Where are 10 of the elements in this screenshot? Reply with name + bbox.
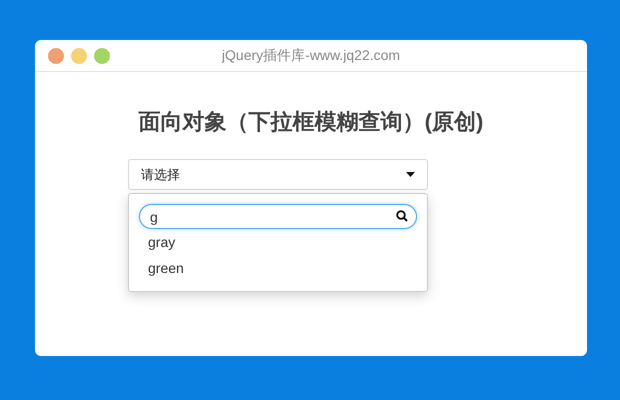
page-heading: 面向对象（下拉框模糊查询）(原创) (138, 108, 484, 136)
dropdown-option[interactable]: green (139, 255, 417, 281)
dropdown-option[interactable]: gray (139, 229, 417, 255)
select-dropdown[interactable]: 请选择 (128, 159, 428, 190)
window-title: jQuery插件库-www.jq22.com (222, 46, 400, 64)
minimize-icon[interactable] (71, 48, 87, 64)
search-field[interactable]: g (139, 204, 417, 229)
search-icon[interactable] (396, 210, 408, 222)
close-icon[interactable] (48, 48, 64, 64)
maximize-icon[interactable] (94, 48, 110, 64)
